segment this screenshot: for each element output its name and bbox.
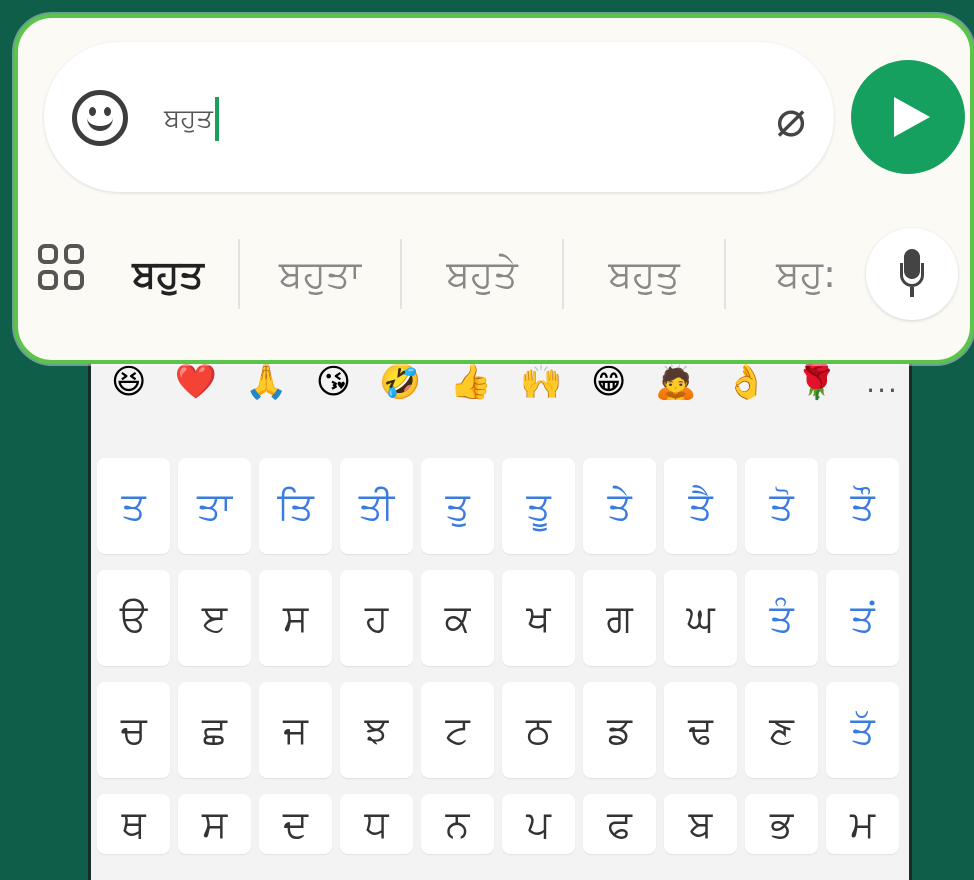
emoji-5[interactable]: 🤣 (379, 362, 421, 402)
text-caret (214, 97, 219, 141)
send-button[interactable] (850, 42, 966, 192)
key[interactable]: ਧ (340, 794, 413, 854)
key[interactable]: ਨ (421, 794, 494, 854)
key[interactable]: ਭ (745, 794, 818, 854)
emoji-7[interactable]: 🙌 (520, 362, 562, 402)
key[interactable]: ਘ (664, 570, 737, 666)
emoji-2[interactable]: ❤️ (175, 362, 217, 402)
key[interactable]: ਦ (259, 794, 332, 854)
key[interactable]: ਤ (97, 458, 170, 554)
compose-overlay: ਬਹੁਤ ⌀ ਬਹੁਤ ਬਹੁਤਾ ਬਹੁਤੇ ਬਹੁਤੁ ਬਹੁ: (14, 14, 974, 364)
key[interactable]: ਜ (259, 682, 332, 778)
mic-icon (900, 249, 924, 299)
key[interactable]: ਬ (664, 794, 737, 854)
key[interactable]: ਟ (421, 682, 494, 778)
key[interactable]: ਗ (583, 570, 656, 666)
grid-icon[interactable] (38, 244, 98, 304)
emoji-4[interactable]: 😘 (316, 362, 351, 402)
emoji-8[interactable]: 😁 (591, 362, 626, 402)
key[interactable]: ੲ (178, 570, 251, 666)
send-circle (851, 60, 965, 174)
key[interactable]: ਤੌ (826, 458, 899, 554)
key[interactable]: ਮ (826, 794, 899, 854)
keyboard-panel: 😆 ❤️ 🙏 😘 🤣 👍 🙌 😁 🙇 👌 🌹 ... ਤ ਤਾ ਤਿ ਤੀ ਤੁ… (88, 300, 912, 880)
key[interactable]: ਪ (502, 794, 575, 854)
emoji-3[interactable]: 🙏 (245, 362, 287, 402)
key[interactable]: ਤੀ (340, 458, 413, 554)
key[interactable]: ੳ (97, 570, 170, 666)
key[interactable]: ਤੂ (502, 458, 575, 554)
key[interactable]: ਥ (97, 794, 170, 854)
key[interactable]: ਤੈ (664, 458, 737, 554)
key[interactable]: ਡ (583, 682, 656, 778)
emoji-9[interactable]: 🙇 (655, 362, 697, 402)
more-emoji-button[interactable]: ... (866, 366, 899, 399)
send-arrow-icon (894, 97, 930, 137)
suggestion-2[interactable]: ਬਹੁਤਾ (240, 252, 400, 297)
suggestion-4[interactable]: ਬਹੁਤੁ (564, 252, 724, 297)
smiley-icon[interactable] (72, 90, 128, 146)
key[interactable]: ਤੱ (826, 682, 899, 778)
suggestion-bar: ਬਹੁਤ ਬਹੁਤਾ ਬਹੁਤੇ ਬਹੁਤੁ ਬਹੁ: (28, 214, 958, 334)
suggestion-5[interactable]: ਬਹੁ: (726, 252, 886, 297)
key[interactable]: ਹ (340, 570, 413, 666)
key[interactable]: ਖ (502, 570, 575, 666)
emoji-10[interactable]: 👌 (725, 362, 767, 402)
paperclip-icon[interactable]: ⌀ (774, 86, 808, 152)
message-input[interactable]: ਬਹੁਤ ⌀ (44, 42, 834, 192)
suggestion-1[interactable]: ਬਹੁਤ (98, 252, 238, 297)
key[interactable]: ਸ (178, 794, 251, 854)
key[interactable]: ਤੋ (745, 458, 818, 554)
key[interactable]: ਤੰ (745, 570, 818, 666)
message-text[interactable]: ਬਹੁਤ (164, 94, 219, 144)
key[interactable]: ਣ (745, 682, 818, 778)
key[interactable]: ਝ (340, 682, 413, 778)
key[interactable]: ਤੁ (421, 458, 494, 554)
key[interactable]: ਤਾ (178, 458, 251, 554)
key[interactable]: ਤਿ (259, 458, 332, 554)
key[interactable]: ਢ (664, 682, 737, 778)
mic-button[interactable] (866, 228, 958, 320)
suggestion-3[interactable]: ਬਹੁਤੇ (402, 252, 562, 297)
key[interactable]: ਛ (178, 682, 251, 778)
key[interactable]: ਤਂ (826, 570, 899, 666)
key[interactable]: ਕ (421, 570, 494, 666)
key[interactable]: ਠ (502, 682, 575, 778)
emoji-11[interactable]: 🌹 (796, 362, 838, 402)
key[interactable]: ਸ (259, 570, 332, 666)
emoji-6[interactable]: 👍 (450, 362, 492, 402)
key[interactable]: ਫ (583, 794, 656, 854)
key[interactable]: ਚ (97, 682, 170, 778)
key[interactable]: ਤੇ (583, 458, 656, 554)
key-grid: ਤ ਤਾ ਤਿ ਤੀ ਤੁ ਤੂ ਤੇ ਤੈ ਤੋ ਤੌ ੳ ੲ ਸ ਹ ਕ ਖ… (97, 458, 905, 854)
typed-text: ਬਹੁਤ (164, 103, 213, 134)
emoji-1[interactable]: 😆 (111, 362, 146, 402)
